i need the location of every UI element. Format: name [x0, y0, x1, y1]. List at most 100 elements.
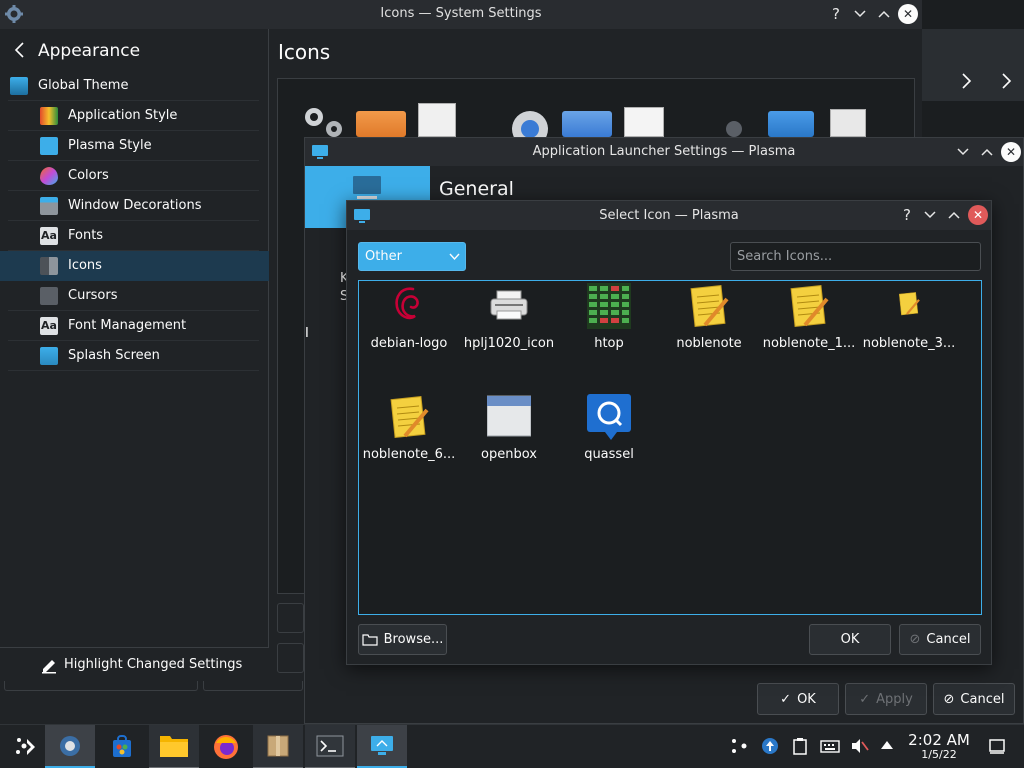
gear-icon — [720, 115, 748, 137]
sidebar-item-plasma-style[interactable]: Plasma Style — [0, 131, 269, 161]
icon-item-noblenote[interactable]: noblenote — [659, 283, 759, 383]
check-icon: ✓ — [780, 691, 792, 707]
highlight-changed-settings-button[interactable]: Highlight Changed Settings — [0, 647, 269, 681]
sidebar-item-label: Fonts — [68, 228, 104, 243]
sidebar-item-global-theme[interactable]: Global Theme — [0, 71, 269, 101]
chevron-right-icon[interactable] — [960, 72, 972, 90]
main-window-title: Icons — System Settings — [380, 6, 542, 21]
folder-icon — [768, 111, 814, 137]
icon-caption: noblenote_3... — [862, 336, 956, 351]
hidden-button — [4, 681, 198, 691]
maximize-button[interactable] — [874, 4, 894, 24]
partial-label: I — [305, 326, 309, 341]
sidebar-item-label: Font Management — [68, 318, 187, 333]
apply-button[interactable]: ✓ Apply — [845, 683, 927, 715]
sidebar-item-window-decorations[interactable]: Window Decorations — [0, 191, 269, 221]
kdeconnect-icon[interactable] — [730, 737, 748, 755]
cancel-button[interactable]: ⊘ Cancel — [933, 683, 1015, 715]
icon-caption: hplj1020_icon — [463, 336, 555, 351]
htop-icon — [587, 283, 631, 329]
browse-button[interactable]: Browse... — [358, 624, 447, 655]
category-dropdown[interactable]: Other — [358, 242, 466, 271]
minimize-button[interactable] — [953, 142, 973, 162]
font-management-icon: Aa — [40, 317, 58, 335]
taskbar-terminal[interactable] — [305, 725, 355, 768]
icons-icon — [40, 257, 58, 275]
dialog-ok-button[interactable]: OK — [809, 624, 891, 655]
main-titlebar: Icons — System Settings ? ✕ — [0, 0, 922, 29]
clipboard-icon[interactable] — [791, 737, 809, 755]
icon-item-noblenote-3[interactable]: noblenote_3... — [859, 283, 959, 383]
tray-expand-icon[interactable] — [880, 739, 894, 751]
gear-play-icon — [506, 107, 554, 137]
check-icon: ✓ — [859, 691, 871, 707]
document-icon — [418, 103, 456, 137]
taskbar-plasma-settings[interactable] — [357, 725, 407, 768]
taskbar-file-manager[interactable] — [149, 725, 199, 768]
help-button[interactable]: ? — [826, 4, 846, 24]
launcher-icon — [351, 174, 383, 200]
ok-button[interactable]: ✓ OK — [757, 683, 839, 715]
sidebar-item-splash-screen[interactable]: Splash Screen — [0, 341, 269, 371]
notepad-icon — [687, 283, 731, 329]
icon-item-debian-logo[interactable]: debian-logo — [359, 283, 459, 383]
splash-screen-icon — [40, 347, 58, 365]
sidebar-item-label: Window Decorations — [68, 198, 202, 213]
taskbar-system-settings[interactable] — [45, 725, 95, 768]
icon-item-htop[interactable]: htop — [559, 283, 659, 383]
taskbar-archive-manager[interactable] — [253, 725, 303, 768]
taskbar-firefox[interactable] — [201, 725, 251, 768]
edit-icon[interactable] — [277, 643, 304, 673]
clock-time[interactable]: 2:02 AM — [904, 731, 974, 749]
taskbar-discover[interactable] — [97, 725, 147, 768]
update-icon[interactable] — [761, 737, 779, 755]
highlight-icon — [40, 656, 58, 674]
dialog-cancel-button[interactable]: ⊘ Cancel — [899, 624, 981, 655]
sidebar-item-colors[interactable]: Colors — [0, 161, 269, 191]
sidebar-item-label: Splash Screen — [68, 348, 160, 363]
minimize-button[interactable] — [850, 4, 870, 24]
show-desktop-icon[interactable] — [988, 737, 1006, 755]
sidebar-item-fonts[interactable]: Aa Fonts — [0, 221, 269, 251]
icon-item-openbox[interactable]: openbox — [459, 394, 559, 494]
sidebar-title: Appearance — [38, 41, 141, 61]
maximize-button[interactable] — [944, 205, 964, 225]
close-button[interactable]: ✕ — [1001, 142, 1021, 162]
launcher-titlebar: Application Launcher Settings — Plasma ✕ — [305, 138, 1023, 166]
icon-grid: debian-logo hplj1020_icon htop noblenote… — [358, 280, 982, 615]
qr-icon[interactable] — [277, 603, 304, 633]
plasma-style-icon — [40, 137, 58, 155]
clock-date[interactable]: 1/5/22 — [904, 748, 974, 761]
help-button[interactable]: ? — [897, 205, 917, 225]
keyboard-icon[interactable] — [820, 737, 840, 755]
icon-caption: noblenote_1... — [762, 336, 856, 351]
page-title: Icons — [278, 40, 331, 64]
icon-caption: debian-logo — [370, 336, 448, 351]
fonts-icon: Aa — [40, 227, 58, 245]
maximize-button[interactable] — [977, 142, 997, 162]
highlight-label: Highlight Changed Settings — [64, 657, 243, 672]
folder-icon — [562, 111, 612, 137]
sidebar-item-icons[interactable]: Icons — [0, 251, 269, 281]
volume-muted-icon[interactable] — [850, 737, 870, 755]
sidebar-header: Appearance — [0, 29, 269, 71]
sidebar-item-label: Global Theme — [38, 78, 129, 93]
search-input[interactable] — [730, 242, 981, 271]
sidebar-item-cursors[interactable]: Cursors — [0, 281, 269, 311]
application-launcher-button[interactable] — [0, 725, 50, 768]
sidebar-item-application-style[interactable]: Application Style — [0, 101, 269, 131]
gear-icon — [300, 103, 348, 139]
theme-nav-panel — [922, 29, 1024, 101]
icon-item-noblenote-6[interactable]: noblenote_6... — [359, 394, 459, 494]
sidebar-item-font-management[interactable]: Aa Font Management — [0, 311, 269, 341]
icon-item-noblenote-1[interactable]: noblenote_1... — [759, 283, 859, 383]
close-button[interactable]: ✕ — [968, 205, 988, 225]
chevron-right-icon[interactable] — [1000, 72, 1012, 90]
minimize-button[interactable] — [920, 205, 940, 225]
notepad-icon — [387, 394, 431, 440]
document-icon — [830, 109, 866, 137]
close-button[interactable]: ✕ — [898, 4, 918, 24]
icon-item-quassel[interactable]: quassel — [559, 394, 659, 494]
icon-item-hplj1020[interactable]: hplj1020_icon — [459, 283, 559, 383]
back-arrow-icon[interactable] — [12, 40, 28, 60]
